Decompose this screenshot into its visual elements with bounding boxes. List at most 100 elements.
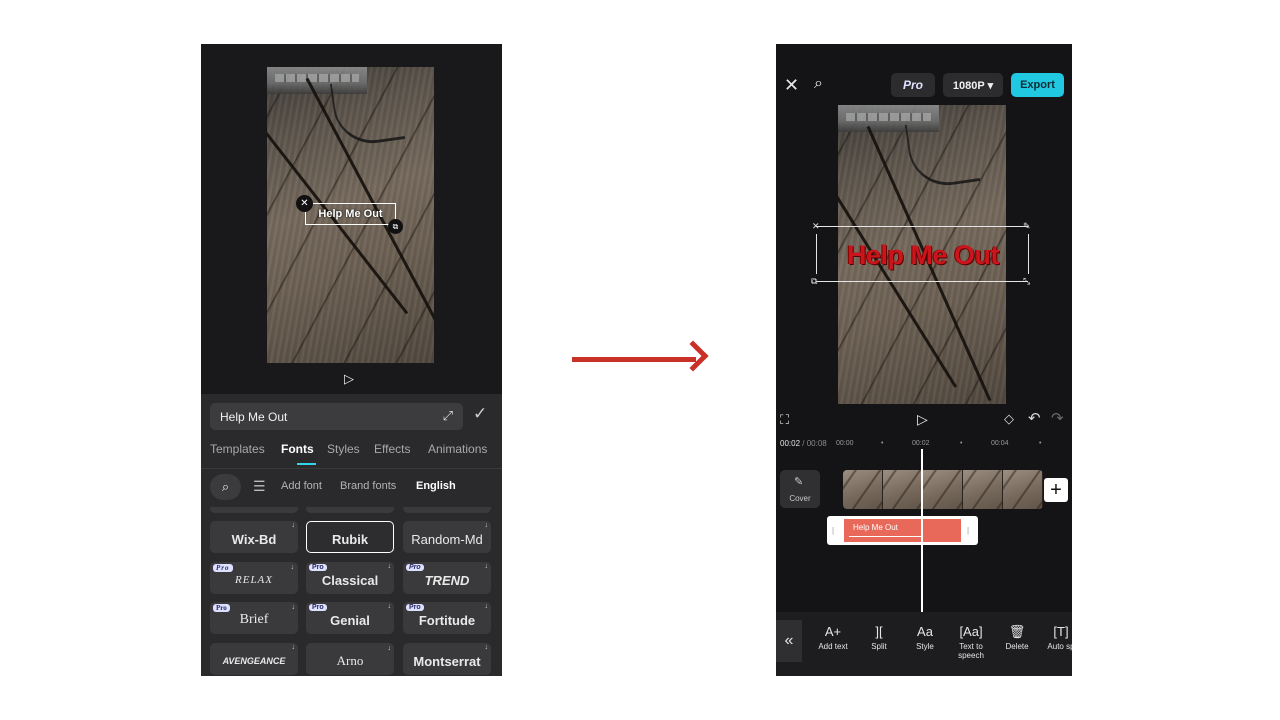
font-brief[interactable]: Pro Brief ↓ <box>210 602 298 634</box>
export-button[interactable]: Export <box>1011 73 1064 97</box>
playhead[interactable] <box>921 449 923 613</box>
clip-thumbnail <box>1003 470 1043 509</box>
download-icon: ↓ <box>484 603 489 610</box>
clip-thumbnail <box>963 470 1003 509</box>
font-wix-bd[interactable]: Wix-Bd ↓ <box>210 521 298 553</box>
tab-fonts[interactable]: Fonts <box>281 442 314 456</box>
add-text-button[interactable]: A+ Add text <box>810 624 856 651</box>
right-phone-screen: ✕ ⌕ Pro 1080P ▾ Export Help Me Out ✕ ✎ ⧉… <box>776 44 1072 676</box>
font-avengeance[interactable]: AVENGEANCE ↓ <box>210 643 298 675</box>
fullscreen-icon[interactable]: ⛶ <box>780 412 789 428</box>
trim-handle-left[interactable]: | <box>832 526 834 535</box>
delete-button[interactable]: 🗑 Delete <box>994 624 1040 651</box>
trim-handle-right[interactable]: | <box>967 526 969 535</box>
font-cell-hidden[interactable] <box>306 507 394 513</box>
font-cell-hidden[interactable] <box>210 507 298 513</box>
keyframe-icon[interactable]: ◇ <box>1004 411 1014 427</box>
font-classical[interactable]: Pro Classical ↓ <box>306 562 394 594</box>
font-toolbar: ⌕ ☰ Add font Brand fonts English <box>210 474 500 500</box>
selection-frame-left <box>816 234 817 274</box>
timeline-tick: 00:02 <box>912 440 930 447</box>
text-clip-progress <box>849 536 921 537</box>
style-icon: Aa <box>917 624 933 639</box>
tab-effects[interactable]: Effects <box>374 442 410 456</box>
text-overlay-box[interactable]: Help Me Out <box>305 203 396 225</box>
cover-button[interactable]: ✎ Cover <box>780 470 820 508</box>
cable-image <box>904 115 980 191</box>
font-montserrat[interactable]: Montserrat ↓ <box>403 643 491 675</box>
pro-button[interactable]: Pro <box>891 73 935 97</box>
selection-frame-right <box>1028 234 1029 274</box>
text-overlay[interactable]: Help Me Out <box>837 240 1009 271</box>
close-icon[interactable]: ✕ <box>812 222 820 231</box>
text-track[interactable]: | Help Me Out | <box>827 516 978 545</box>
tool-label: Text to speech <box>958 642 984 660</box>
font-fortitude[interactable]: Pro Fortitude ↓ <box>403 602 491 634</box>
auto-captions-button[interactable]: [T] Auto sp <box>1038 624 1072 651</box>
download-icon: ↓ <box>290 563 295 571</box>
tool-label: Delete <box>1005 642 1029 651</box>
add-clip-icon[interactable]: + <box>1044 478 1068 502</box>
font-name: RELAX <box>235 574 273 586</box>
font-random-md[interactable]: Random-Md ↓ <box>403 521 491 553</box>
video-clip[interactable] <box>843 470 1043 509</box>
font-rubik[interactable]: Rubik <box>306 521 394 553</box>
font-name: Classical <box>321 572 379 588</box>
text-clip[interactable]: Help Me Out <box>844 519 961 542</box>
selection-frame-bottom <box>816 281 1028 282</box>
brand-fonts-link[interactable]: Brand fonts <box>340 480 396 492</box>
expand-icon[interactable]: ⤢ <box>443 408 453 424</box>
font-trend[interactable]: Pro TREND ↓ <box>403 562 491 594</box>
editor-tabs: Templates Fonts Styles Effects Animation… <box>210 442 500 466</box>
pro-badge: Pro <box>309 604 327 611</box>
tab-styles[interactable]: Styles <box>327 442 360 456</box>
download-icon: ↓ <box>291 644 296 651</box>
resize-icon[interactable]: ⧉ <box>388 219 403 234</box>
arrow-head <box>677 340 709 372</box>
text-input-field[interactable]: Help Me Out ⤢ <box>210 403 463 430</box>
duplicate-icon[interactable]: ⧉ <box>811 277 817 286</box>
tab-templates[interactable]: Templates <box>210 442 265 456</box>
download-icon: ↓ <box>484 644 489 651</box>
timeline-tick: 00:00 <box>836 440 854 447</box>
check-icon[interactable]: ✓ <box>473 404 487 424</box>
collapse-icon[interactable]: « <box>776 620 802 662</box>
play-icon[interactable]: ▷ <box>917 411 928 428</box>
font-name: AVENGEANCE <box>222 656 286 666</box>
tab-animations[interactable]: Animations <box>428 442 487 456</box>
clip-thumbnail <box>883 470 923 509</box>
edit-icon[interactable]: ✎ <box>1023 222 1031 231</box>
font-name: Brief <box>239 612 269 627</box>
left-phone-screen: Help Me Out ✕ ⧉ ▷ Help Me Out ⤢ ✓ Templa… <box>201 44 502 676</box>
active-tab-indicator <box>297 463 316 465</box>
redo-icon[interactable]: ↷ <box>1051 409 1064 427</box>
divider <box>201 468 502 469</box>
arrow <box>572 357 696 362</box>
font-cell-hidden[interactable] <box>403 507 491 513</box>
english-fonts-link[interactable]: English <box>416 480 456 492</box>
cable-image <box>329 74 405 149</box>
close-icon[interactable]: ✕ <box>784 75 799 96</box>
filter-icon[interactable]: ☰ <box>253 478 266 495</box>
style-button[interactable]: Aa Style <box>902 624 948 651</box>
font-arno[interactable]: Arno ↓ <box>306 643 394 675</box>
split-button[interactable]: ][ Split <box>856 624 902 651</box>
download-icon: ↓ <box>484 522 489 529</box>
text-editor-panel: Help Me Out ⤢ ✓ Templates Fonts Styles E… <box>201 394 502 676</box>
timeline-dot: • <box>1039 440 1042 447</box>
text-to-speech-button[interactable]: [Aa] Text to speech <box>948 624 994 660</box>
resize-icon[interactable]: ⤡ <box>1023 277 1030 286</box>
add-font-link[interactable]: Add font <box>281 480 322 492</box>
search-icon[interactable]: ⌕ <box>210 474 241 500</box>
font-genial[interactable]: Pro Genial ↓ <box>306 602 394 634</box>
search-icon[interactable]: ⌕ <box>814 75 823 93</box>
font-name: TREND <box>424 572 470 588</box>
clip-thumbnail <box>923 470 963 509</box>
timecode: 00:02 / 00:08 <box>780 439 827 448</box>
font-relax[interactable]: Pro RELAX ↓ <box>210 562 298 594</box>
undo-icon[interactable]: ↶ <box>1028 409 1041 427</box>
close-icon[interactable]: ✕ <box>296 195 313 212</box>
text-overlay: Help Me Out <box>318 208 383 220</box>
resolution-dropdown[interactable]: 1080P ▾ <box>943 73 1003 97</box>
play-icon[interactable]: ▷ <box>344 371 354 387</box>
